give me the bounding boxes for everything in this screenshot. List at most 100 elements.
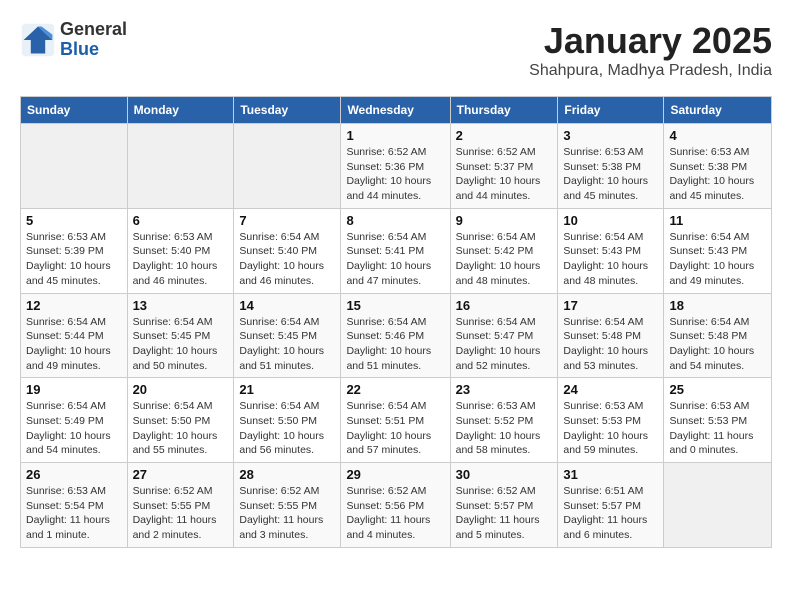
calendar-cell: 31 Sunrise: 6:51 AM Sunset: 5:57 PM Dayli… — [558, 463, 664, 548]
calendar-cell: 14 Sunrise: 6:54 AM Sunset: 5:45 PM Dayli… — [234, 293, 341, 378]
calendar-cell: 29 Sunrise: 6:52 AM Sunset: 5:56 PM Dayli… — [341, 463, 450, 548]
day-info: Sunrise: 6:54 AM Sunset: 5:50 PM Dayligh… — [239, 399, 335, 458]
calendar-cell: 19 Sunrise: 6:54 AM Sunset: 5:49 PM Dayli… — [21, 378, 128, 463]
calendar-cell — [664, 463, 772, 548]
page-header: General Blue January 2025 Shahpura, Madh… — [20, 20, 772, 80]
calendar-cell — [234, 124, 341, 209]
day-info: Sunrise: 6:54 AM Sunset: 5:44 PM Dayligh… — [26, 315, 122, 374]
day-info: Sunrise: 6:52 AM Sunset: 5:37 PM Dayligh… — [456, 145, 553, 204]
day-info: Sunrise: 6:54 AM Sunset: 5:47 PM Dayligh… — [456, 315, 553, 374]
day-number: 16 — [456, 298, 553, 313]
calendar-week-row: 1 Sunrise: 6:52 AM Sunset: 5:36 PM Daylig… — [21, 124, 772, 209]
calendar-title: January 2025 — [529, 20, 772, 62]
calendar-cell: 27 Sunrise: 6:52 AM Sunset: 5:55 PM Dayli… — [127, 463, 234, 548]
day-info: Sunrise: 6:53 AM Sunset: 5:53 PM Dayligh… — [669, 399, 766, 458]
day-number: 8 — [346, 213, 444, 228]
calendar-cell: 2 Sunrise: 6:52 AM Sunset: 5:37 PM Daylig… — [450, 124, 558, 209]
day-number: 14 — [239, 298, 335, 313]
calendar-subtitle: Shahpura, Madhya Pradesh, India — [529, 62, 772, 80]
day-number: 23 — [456, 382, 553, 397]
day-info: Sunrise: 6:54 AM Sunset: 5:45 PM Dayligh… — [239, 315, 335, 374]
logo-blue: Blue — [60, 40, 127, 60]
calendar-cell: 8 Sunrise: 6:54 AM Sunset: 5:41 PM Daylig… — [341, 208, 450, 293]
calendar-cell: 12Sunrise: 6:54 AM Sunset: 5:44 PM Dayli… — [21, 293, 128, 378]
day-info: Sunrise: 6:54 AM Sunset: 5:43 PM Dayligh… — [669, 230, 766, 289]
day-info: Sunrise: 6:54 AM Sunset: 5:43 PM Dayligh… — [563, 230, 658, 289]
day-number: 28 — [239, 467, 335, 482]
calendar-cell: 24 Sunrise: 6:53 AM Sunset: 5:53 PM Dayli… — [558, 378, 664, 463]
calendar-week-row: 26Sunrise: 6:53 AM Sunset: 5:54 PM Dayli… — [21, 463, 772, 548]
day-info: Sunrise: 6:53 AM Sunset: 5:40 PM Dayligh… — [133, 230, 229, 289]
day-number: 1 — [346, 128, 444, 143]
calendar-cell: 20 Sunrise: 6:54 AM Sunset: 5:50 PM Dayli… — [127, 378, 234, 463]
logo-general: General — [60, 20, 127, 40]
col-header-saturday: Saturday — [664, 97, 772, 124]
col-header-friday: Friday — [558, 97, 664, 124]
calendar-cell: 5 Sunrise: 6:53 AM Sunset: 5:39 PM Daylig… — [21, 208, 128, 293]
day-number: 6 — [133, 213, 229, 228]
calendar-cell: 28Sunrise: 6:52 AM Sunset: 5:55 PM Dayli… — [234, 463, 341, 548]
day-info: Sunrise: 6:53 AM Sunset: 5:52 PM Dayligh… — [456, 399, 553, 458]
calendar-cell: 22Sunrise: 6:54 AM Sunset: 5:51 PM Dayli… — [341, 378, 450, 463]
calendar-cell: 9Sunrise: 6:54 AM Sunset: 5:42 PM Daylig… — [450, 208, 558, 293]
day-number: 4 — [669, 128, 766, 143]
day-info: Sunrise: 6:53 AM Sunset: 5:54 PM Dayligh… — [26, 484, 122, 543]
day-number: 21 — [239, 382, 335, 397]
calendar-cell: 6 Sunrise: 6:53 AM Sunset: 5:40 PM Daylig… — [127, 208, 234, 293]
day-info: Sunrise: 6:54 AM Sunset: 5:49 PM Dayligh… — [26, 399, 122, 458]
col-header-wednesday: Wednesday — [341, 97, 450, 124]
calendar-cell: 7Sunrise: 6:54 AM Sunset: 5:40 PM Daylig… — [234, 208, 341, 293]
day-info: Sunrise: 6:54 AM Sunset: 5:42 PM Dayligh… — [456, 230, 553, 289]
calendar-cell: 25 Sunrise: 6:53 AM Sunset: 5:53 PM Dayli… — [664, 378, 772, 463]
day-info: Sunrise: 6:54 AM Sunset: 5:46 PM Dayligh… — [346, 315, 444, 374]
day-number: 31 — [563, 467, 658, 482]
calendar-table: SundayMondayTuesdayWednesdayThursdayFrid… — [20, 96, 772, 548]
calendar-cell — [127, 124, 234, 209]
col-header-sunday: Sunday — [21, 97, 128, 124]
day-info: Sunrise: 6:52 AM Sunset: 5:56 PM Dayligh… — [346, 484, 444, 543]
day-info: Sunrise: 6:54 AM Sunset: 5:40 PM Dayligh… — [239, 230, 335, 289]
day-info: Sunrise: 6:53 AM Sunset: 5:39 PM Dayligh… — [26, 230, 122, 289]
day-number: 5 — [26, 213, 122, 228]
col-header-monday: Monday — [127, 97, 234, 124]
calendar-cell: 26Sunrise: 6:53 AM Sunset: 5:54 PM Dayli… — [21, 463, 128, 548]
day-number: 19 — [26, 382, 122, 397]
day-number: 27 — [133, 467, 229, 482]
calendar-cell — [21, 124, 128, 209]
day-number: 18 — [669, 298, 766, 313]
calendar-cell: 13Sunrise: 6:54 AM Sunset: 5:45 PM Dayli… — [127, 293, 234, 378]
day-number: 25 — [669, 382, 766, 397]
day-info: Sunrise: 6:54 AM Sunset: 5:41 PM Dayligh… — [346, 230, 444, 289]
calendar-cell: 4 Sunrise: 6:53 AM Sunset: 5:38 PM Daylig… — [664, 124, 772, 209]
day-number: 11 — [669, 213, 766, 228]
calendar-cell: 3Sunrise: 6:53 AM Sunset: 5:38 PM Daylig… — [558, 124, 664, 209]
calendar-cell: 11 Sunrise: 6:54 AM Sunset: 5:43 PM Dayli… — [664, 208, 772, 293]
day-info: Sunrise: 6:52 AM Sunset: 5:55 PM Dayligh… — [133, 484, 229, 543]
day-number: 2 — [456, 128, 553, 143]
calendar-header-row: SundayMondayTuesdayWednesdayThursdayFrid… — [21, 97, 772, 124]
day-number: 20 — [133, 382, 229, 397]
calendar-week-row: 12Sunrise: 6:54 AM Sunset: 5:44 PM Dayli… — [21, 293, 772, 378]
calendar-cell: 16 Sunrise: 6:54 AM Sunset: 5:47 PM Dayli… — [450, 293, 558, 378]
day-number: 10 — [563, 213, 658, 228]
day-info: Sunrise: 6:54 AM Sunset: 5:51 PM Dayligh… — [346, 399, 444, 458]
calendar-cell: 18 Sunrise: 6:54 AM Sunset: 5:48 PM Dayli… — [664, 293, 772, 378]
day-info: Sunrise: 6:53 AM Sunset: 5:38 PM Dayligh… — [669, 145, 766, 204]
logo-icon — [20, 22, 56, 58]
logo-text: General Blue — [60, 20, 127, 60]
day-info: Sunrise: 6:54 AM Sunset: 5:50 PM Dayligh… — [133, 399, 229, 458]
calendar-cell: 21 Sunrise: 6:54 AM Sunset: 5:50 PM Dayli… — [234, 378, 341, 463]
day-info: Sunrise: 6:52 AM Sunset: 5:36 PM Dayligh… — [346, 145, 444, 204]
day-info: Sunrise: 6:52 AM Sunset: 5:57 PM Dayligh… — [456, 484, 553, 543]
day-info: Sunrise: 6:51 AM Sunset: 5:57 PM Dayligh… — [563, 484, 658, 543]
day-number: 3 — [563, 128, 658, 143]
day-info: Sunrise: 6:54 AM Sunset: 5:48 PM Dayligh… — [669, 315, 766, 374]
calendar-cell: 15 Sunrise: 6:54 AM Sunset: 5:46 PM Dayli… — [341, 293, 450, 378]
day-info: Sunrise: 6:53 AM Sunset: 5:53 PM Dayligh… — [563, 399, 658, 458]
calendar-week-row: 5 Sunrise: 6:53 AM Sunset: 5:39 PM Daylig… — [21, 208, 772, 293]
day-number: 24 — [563, 382, 658, 397]
day-number: 29 — [346, 467, 444, 482]
day-number: 15 — [346, 298, 444, 313]
col-header-thursday: Thursday — [450, 97, 558, 124]
day-number: 13 — [133, 298, 229, 313]
